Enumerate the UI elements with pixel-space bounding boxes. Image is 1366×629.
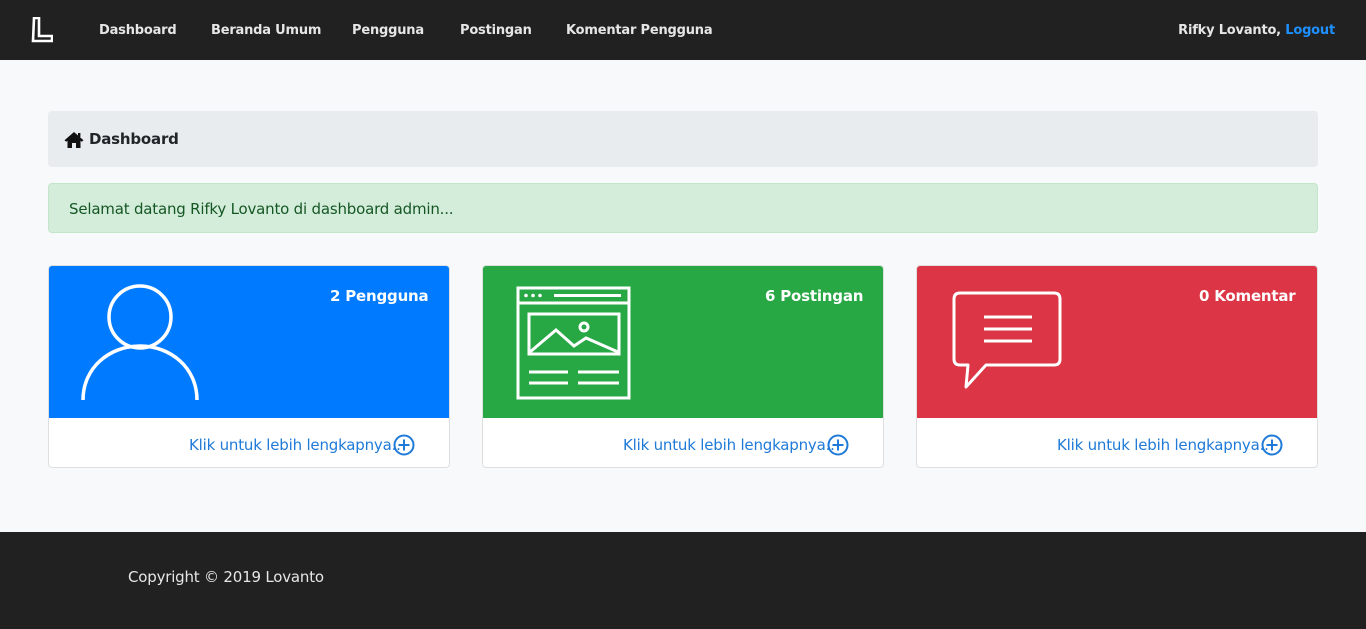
comments-more-label: Klik untuk lebih lengkapnya.. bbox=[1057, 436, 1269, 454]
users-more-label: Klik untuk lebih lengkapnya.. bbox=[189, 436, 401, 454]
users-card: 2 Pengguna Klik untuk lebih lengkapnya.. bbox=[48, 265, 450, 468]
users-count: 2 Pengguna bbox=[330, 287, 429, 305]
welcome-alert: Selamat datang Rifky Lovanto di dashboar… bbox=[48, 183, 1318, 233]
nav-beranda-umum[interactable]: Beranda Umum bbox=[211, 0, 321, 60]
user-info: Rifky Lovanto, Logout bbox=[1178, 0, 1335, 60]
posts-count: 6 Postingan bbox=[765, 287, 864, 305]
footer: Copyright © 2019 Lovanto bbox=[0, 532, 1366, 629]
posts-more-link[interactable]: Klik untuk lebih lengkapnya.. bbox=[483, 418, 883, 467]
posts-card-header: 6 Postingan bbox=[483, 266, 883, 418]
brand-logo-icon[interactable] bbox=[31, 16, 54, 43]
posts-card: 6 Postingan Klik untuk lebih lengkapnya.… bbox=[482, 265, 884, 468]
plus-circle-icon bbox=[1261, 434, 1283, 456]
plus-circle-icon bbox=[827, 434, 849, 456]
plus-circle-icon bbox=[393, 434, 415, 456]
chat-bubble-icon bbox=[952, 291, 1062, 389]
user-icon bbox=[81, 284, 199, 401]
users-more-link[interactable]: Klik untuk lebih lengkapnya.. bbox=[49, 418, 449, 467]
top-navbar: Dashboard Beranda Umum Pengguna Postinga… bbox=[0, 0, 1366, 60]
welcome-message: Selamat datang Rifky Lovanto di dashboar… bbox=[69, 200, 454, 218]
user-name: Rifky Lovanto, bbox=[1178, 23, 1281, 38]
nav-pengguna[interactable]: Pengguna bbox=[352, 0, 424, 60]
posts-more-label: Klik untuk lebih lengkapnya.. bbox=[623, 436, 835, 454]
webpage-icon bbox=[516, 286, 631, 400]
copyright-text: Copyright © 2019 Lovanto bbox=[128, 568, 324, 586]
comments-count: 0 Komentar bbox=[1199, 287, 1296, 305]
comments-card: 0 Komentar Klik untuk lebih lengkapnya.. bbox=[916, 265, 1318, 468]
logout-link[interactable]: Logout bbox=[1285, 23, 1335, 38]
nav-dashboard[interactable]: Dashboard bbox=[99, 0, 177, 60]
home-icon bbox=[64, 131, 84, 149]
nav-postingan[interactable]: Postingan bbox=[460, 0, 532, 60]
breadcrumb-current: Dashboard bbox=[89, 130, 179, 148]
comments-card-header: 0 Komentar bbox=[917, 266, 1317, 418]
nav-komentar-pengguna[interactable]: Komentar Pengguna bbox=[566, 0, 713, 60]
breadcrumb: Dashboard bbox=[48, 111, 1318, 167]
users-card-header: 2 Pengguna bbox=[49, 266, 449, 418]
comments-more-link[interactable]: Klik untuk lebih lengkapnya.. bbox=[917, 418, 1317, 467]
